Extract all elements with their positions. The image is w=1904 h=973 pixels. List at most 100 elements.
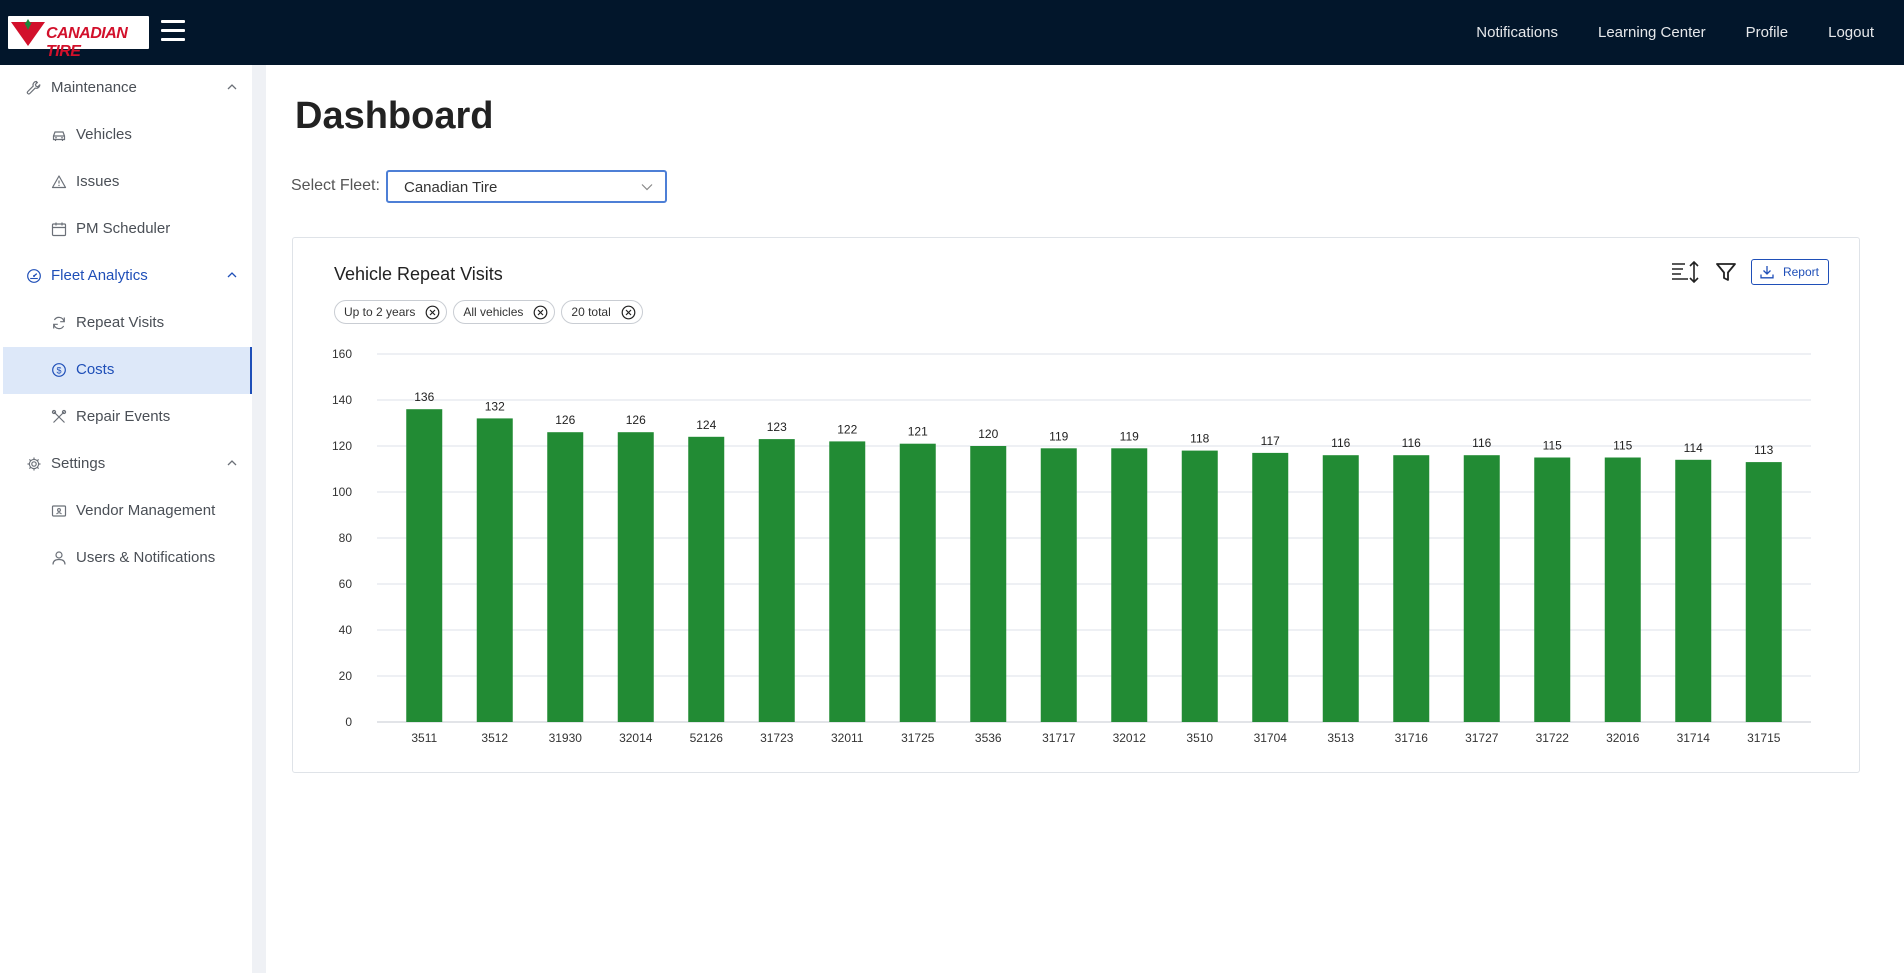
bar xyxy=(476,418,513,722)
bar-value-label: 116 xyxy=(1331,436,1350,450)
y-tick-label: 100 xyxy=(332,485,352,499)
x-tick-label: 3510 xyxy=(1186,731,1213,745)
sidebar-group-settings[interactable]: Settings xyxy=(0,441,252,488)
page-title: Dashboard xyxy=(295,95,494,137)
x-tick-label: 31930 xyxy=(549,731,583,745)
refresh-icon xyxy=(53,316,65,330)
fleet-select-label: Select Fleet: xyxy=(291,177,380,194)
x-tick-label: 32011 xyxy=(831,731,864,745)
bar-value-label: 115 xyxy=(1613,439,1632,453)
sidebar: Maintenance Vehicles Issues PM Scheduler… xyxy=(0,65,252,973)
sidebar-item-vehicles[interactable]: Vehicles xyxy=(3,112,252,159)
bar-value-label: 117 xyxy=(1261,434,1280,448)
bar xyxy=(1463,455,1500,722)
x-tick-label: 31722 xyxy=(1536,731,1570,745)
bar xyxy=(970,446,1007,722)
sidebar-item-label: Vendor Management xyxy=(76,502,216,519)
bar xyxy=(688,436,725,722)
repeat-visits-bar-chart: 0 20 40 60 80 100 120 140 160 136 3511 132 3512 126 31… xyxy=(332,347,1811,745)
menu-toggle-icon[interactable] xyxy=(161,20,185,42)
sidebar-item-users-notifications[interactable]: Users & Notifications xyxy=(3,535,252,582)
bar xyxy=(617,432,654,722)
sidebar-group-label: Maintenance xyxy=(51,79,137,96)
x-tick-label: 3536 xyxy=(975,731,1002,745)
chevron-up-icon xyxy=(227,84,237,90)
y-tick-label: 40 xyxy=(339,623,353,637)
x-tick-label: 3511 xyxy=(411,731,437,745)
sidebar-item-pm-scheduler[interactable]: PM Scheduler xyxy=(3,206,252,253)
gear-icon xyxy=(27,457,41,471)
fleet-select[interactable]: Canadian Tire xyxy=(386,170,667,203)
logo-text: CANADIAN TIRE xyxy=(46,25,128,60)
bar-value-label: 123 xyxy=(767,420,787,434)
x-tick-label: 31723 xyxy=(760,731,794,745)
bar xyxy=(1111,448,1148,722)
nav-profile[interactable]: Profile xyxy=(1746,24,1789,41)
bar xyxy=(1534,457,1571,722)
top-bar: CANADIAN TIRE Notifications Learning Cen… xyxy=(0,0,1904,65)
sidebar-item-repeat-visits[interactable]: Repeat Visits xyxy=(3,300,252,347)
x-tick-label: 32012 xyxy=(1113,731,1147,745)
sidebar-group-label: Fleet Analytics xyxy=(51,267,148,284)
chevron-up-icon xyxy=(227,460,237,466)
svg-text:$: $ xyxy=(56,365,61,375)
x-tick-label: 31716 xyxy=(1395,731,1429,745)
user-icon xyxy=(52,551,66,565)
sidebar-item-label: Repair Events xyxy=(76,408,171,425)
bar-value-label: 116 xyxy=(1472,436,1491,450)
x-tick-label: 31715 xyxy=(1747,731,1781,745)
x-tick-label: 31717 xyxy=(1042,731,1076,745)
x-tick-label: 31727 xyxy=(1465,731,1499,745)
nav-logout[interactable]: Logout xyxy=(1828,24,1874,41)
sidebar-item-label: Issues xyxy=(76,173,120,190)
calendar-icon xyxy=(51,222,67,237)
sidebar-item-label: Vehicles xyxy=(76,126,132,143)
bar-value-label: 118 xyxy=(1190,432,1209,446)
sidebar-item-repair-events[interactable]: Repair Events xyxy=(3,394,252,441)
sidebar-item-label: Users & Notifications xyxy=(76,549,216,566)
car-icon xyxy=(52,131,66,141)
bar-value-label: 121 xyxy=(908,425,928,439)
top-nav: Notifications Learning Center Profile Lo… xyxy=(1476,0,1904,65)
x-tick-label: 3513 xyxy=(1327,731,1354,745)
tools-icon xyxy=(51,409,67,423)
x-tick-label: 31725 xyxy=(901,731,935,745)
bar-value-label: 126 xyxy=(626,413,646,427)
x-tick-label: 3512 xyxy=(481,731,508,745)
y-tick-label: 160 xyxy=(332,347,352,361)
y-tick-label: 80 xyxy=(339,531,353,545)
bar-value-label: 115 xyxy=(1543,439,1562,453)
y-tick-label: 0 xyxy=(345,715,352,729)
id-card-icon xyxy=(51,505,67,517)
bar xyxy=(1040,448,1077,722)
y-tick-label: 20 xyxy=(339,669,353,683)
bar-value-label: 136 xyxy=(414,390,434,404)
chevron-up-icon xyxy=(227,272,237,278)
sidebar-item-label: Repeat Visits xyxy=(76,314,165,331)
bar xyxy=(1322,455,1359,722)
sidebar-group-fleet-analytics[interactable]: Fleet Analytics xyxy=(0,253,252,300)
x-tick-label: 31714 xyxy=(1677,731,1711,745)
bar xyxy=(1675,459,1712,722)
nav-notifications[interactable]: Notifications xyxy=(1476,24,1558,41)
x-tick-label: 32014 xyxy=(619,731,653,745)
x-tick-label: 31704 xyxy=(1254,731,1288,745)
chevron-down-icon xyxy=(641,184,653,191)
bar xyxy=(758,439,795,722)
sidebar-item-issues[interactable]: Issues xyxy=(3,159,252,206)
sidebar-item-costs[interactable]: $ Costs xyxy=(3,347,252,394)
sidebar-group-maintenance[interactable]: Maintenance xyxy=(0,65,252,112)
bar xyxy=(1393,455,1430,722)
bar xyxy=(899,443,936,722)
bar-value-label: 119 xyxy=(1049,429,1068,443)
canadian-tire-logo[interactable]: CANADIAN TIRE xyxy=(8,16,149,60)
bar-value-label: 119 xyxy=(1120,429,1139,443)
sidebar-item-vendor-management[interactable]: Vendor Management xyxy=(3,488,252,535)
wrench-icon xyxy=(26,80,41,95)
y-tick-label: 60 xyxy=(339,577,353,591)
bar-value-label: 120 xyxy=(978,427,998,441)
nav-learning-center[interactable]: Learning Center xyxy=(1598,24,1706,41)
y-tick-label: 120 xyxy=(332,439,352,453)
bar xyxy=(1604,457,1641,722)
dollar-icon: $ xyxy=(52,363,66,377)
